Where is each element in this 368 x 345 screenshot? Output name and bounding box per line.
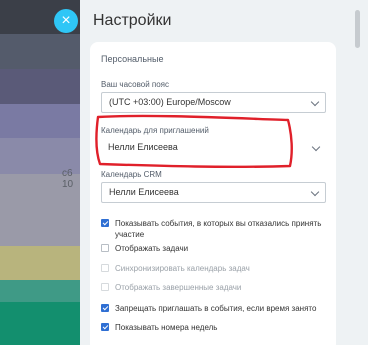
calendar-band — [0, 280, 86, 302]
option-sync-tasks[interactable]: Синхронизировать календарь задач — [101, 263, 331, 274]
invite-calendar-value: Нелли Елисеева — [108, 142, 178, 152]
option-label: Отображать задачи — [115, 244, 189, 253]
timezone-select[interactable]: (UTC +03:00) Europe/Moscow — [101, 92, 326, 113]
section-title: Персональные — [101, 54, 164, 64]
scrollbar-thumb[interactable] — [355, 10, 360, 48]
close-button[interactable]: × — [54, 9, 78, 33]
calendar-band — [0, 69, 86, 104]
option-show-tasks[interactable]: Отображать задачи — [101, 243, 331, 254]
calendar-band — [0, 104, 86, 138]
calendar-band — [0, 246, 86, 280]
option-label: Показывать номера недель — [115, 323, 218, 332]
option-label: Отображать завершенные задачи — [115, 283, 242, 292]
checkbox[interactable] — [101, 304, 109, 312]
option-deny-busy[interactable]: Запрещать приглашать в события, если вре… — [101, 303, 331, 314]
invite-calendar-select[interactable]: Нелли Елисеева — [101, 138, 326, 159]
close-icon: × — [61, 12, 71, 29]
settings-panel: Настройки Персональные Ваш часовой пояс … — [80, 0, 368, 345]
checkbox[interactable] — [101, 283, 109, 291]
chevron-down-icon — [310, 187, 320, 197]
background-calendar: c6 10 — [0, 0, 86, 345]
timezone-label: Ваш часовой пояс — [101, 80, 169, 89]
personal-settings-card: Персональные Ваш часовой пояс (UTC +03:0… — [90, 42, 336, 345]
calendar-band — [0, 34, 86, 69]
chevron-down-icon — [310, 97, 320, 107]
timezone-value: (UTC +03:00) Europe/Moscow — [109, 97, 231, 107]
option-label: Показывать события, в которых вы отказал… — [115, 219, 322, 239]
crm-calendar-value: Нелли Елисеева — [109, 187, 179, 197]
crm-calendar-label: Календарь CRM — [101, 170, 162, 179]
panel-title: Настройки — [93, 12, 172, 29]
option-show-completed[interactable]: Отображать завершенные задачи — [101, 282, 331, 293]
checkbox[interactable] — [101, 264, 109, 272]
checkbox[interactable] — [101, 323, 109, 331]
option-label: Запрещать приглашать в события, если вре… — [115, 304, 317, 313]
crm-calendar-select[interactable]: Нелли Елисеева — [101, 182, 326, 203]
checkbox[interactable] — [101, 219, 109, 227]
option-label: Синхронизировать календарь задач — [115, 264, 250, 273]
option-show-declined[interactable]: Показывать события, в которых вы отказал… — [101, 218, 331, 240]
invite-calendar-label: Календарь для приглашений — [101, 126, 209, 135]
calendar-band — [0, 302, 86, 345]
chevron-down-icon — [311, 142, 321, 152]
checkbox[interactable] — [101, 244, 109, 252]
option-week-numbers[interactable]: Показывать номера недель — [101, 322, 331, 333]
